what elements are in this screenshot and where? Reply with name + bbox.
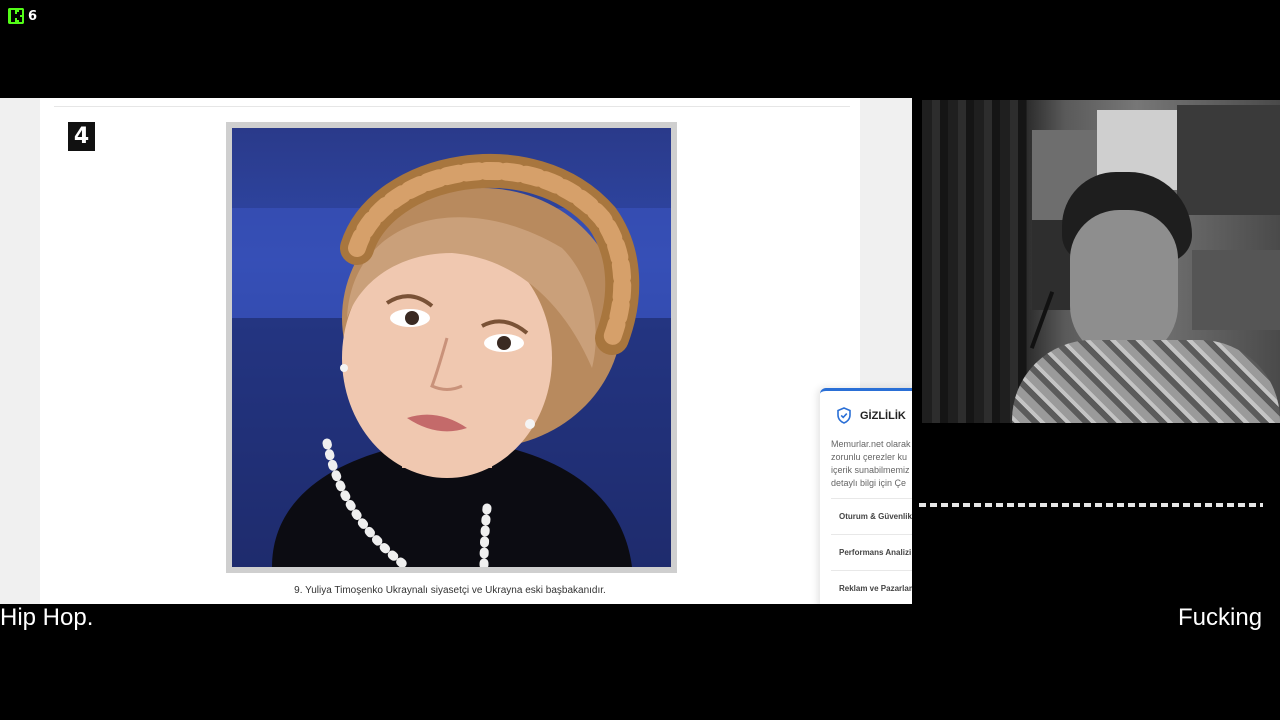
photo-caption: 9. Yuliya Timoşenko Ukraynalı siyasetçi … [294,585,606,596]
cookie-option-advertising[interactable]: Reklam ve Pazarlam [831,570,912,604]
item-number-badge: 4 [68,122,95,151]
privacy-description: Memurlar.net olarak zorunlu çerezler ku … [820,424,912,490]
person-face [1070,210,1178,360]
webcam-feed [922,100,1280,423]
privacy-panel: GİZLİLİK Memurlar.net olarak zorunlu çer… [820,388,912,604]
divider [54,106,850,107]
privacy-text-line: zorunlu çerezler ku [831,452,908,462]
poster [1192,250,1280,330]
poster [1177,105,1280,215]
shield-icon [837,407,851,424]
cookie-option-performance[interactable]: Performans Analizi [831,534,912,570]
privacy-header: GİZLİLİK [820,391,912,424]
subtitle-right: Fucking [1178,604,1263,631]
privacy-text-line: içerik sunabilmemiz [831,465,910,475]
person-shirt [1012,340,1280,423]
article-photo [226,122,677,573]
privacy-text-line: Memurlar.net olarak [831,439,911,449]
subtitle-left: Hip Hop. [0,604,94,631]
curtain [922,100,1027,423]
article-content: 4 9. Yuliya Timoşenko Ukraynalı siyasetç… [40,98,860,604]
stream-logo: 6 [8,8,37,24]
privacy-text-line[interactable]: detaylı bilgi için Çe [831,477,912,490]
kick-logo-icon [8,8,24,24]
dashed-divider [919,503,1263,507]
portrait-image [232,128,671,567]
browser-capture: 4 9. Yuliya Timoşenko Ukraynalı siyasetç… [0,98,912,604]
cookie-option-session[interactable]: Oturum & Güvenlik [831,498,912,534]
badge-count: 6 [28,8,38,24]
privacy-title: GİZLİLİK [860,409,906,422]
